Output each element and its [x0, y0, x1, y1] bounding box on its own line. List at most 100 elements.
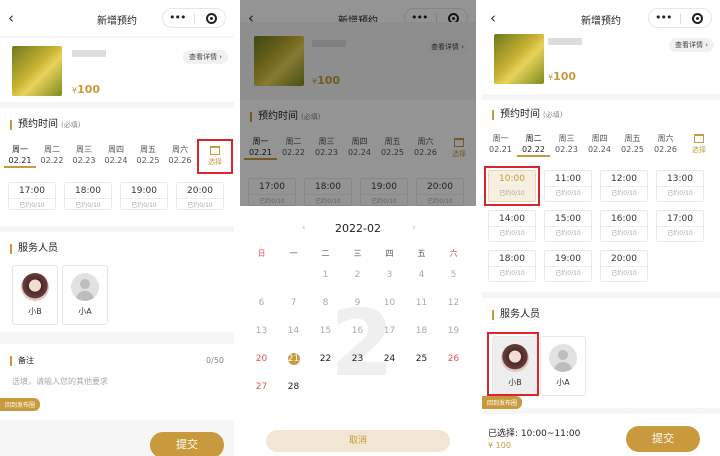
calendar-day[interactable]: 26: [438, 354, 469, 364]
day-tabs: 周一 02.21 周二 02.22 周三 02.23 周四 02.24 周五 02.25 …: [4, 144, 196, 168]
product-price: ¥100: [72, 83, 100, 96]
day-date: 02.26: [168, 156, 192, 165]
calendar-day: 3: [386, 270, 393, 280]
calendar-day: 11: [415, 298, 428, 308]
time-slot[interactable]: 16:00 已约0/10: [600, 210, 648, 242]
time-slot[interactable]: 12:00 已约0/10: [600, 170, 648, 202]
bottom-bar: 已选择: 10:00~11:00 ¥ 100 提交: [482, 414, 720, 456]
calendar-day[interactable]: 27: [246, 382, 277, 392]
day-weekday: 周四: [591, 134, 608, 143]
day-tab[interactable]: 周一 02.21: [484, 133, 517, 157]
slot-capacity: 已约0/10: [489, 266, 535, 277]
slot-time: 19:00: [131, 186, 157, 196]
submit-button[interactable]: 提交: [150, 432, 224, 456]
day-tab[interactable]: 周六 02.26: [164, 144, 196, 168]
pick-label: 选择: [692, 146, 706, 154]
slot-capacity: 已约0/10: [657, 226, 703, 237]
booking-screen-selected: ‹ 新增预约 ••• ¥100 查看详情 › 预约时间 (必填) 周一 02.21 …: [482, 0, 720, 456]
calendar-day: 8: [322, 298, 329, 308]
day-tab[interactable]: 周三 02.23: [68, 144, 100, 168]
day-tab[interactable]: 周二 02.22: [36, 144, 68, 168]
close-target-icon[interactable]: [206, 13, 217, 24]
section-title: 预约时间 (必填): [492, 110, 562, 120]
staff-card-a[interactable]: 小A: [62, 265, 108, 325]
cancel-button[interactable]: 取消: [266, 430, 450, 452]
day-tab[interactable]: 周一 02.21: [4, 144, 36, 168]
staff-name: 小B: [28, 307, 42, 316]
summary-range: 10:00~11:00: [520, 429, 581, 439]
staff-card-a[interactable]: 小A: [540, 336, 586, 396]
slot-time: 15:00: [555, 214, 581, 224]
mini-program-capsule: •••: [648, 8, 712, 28]
more-icon[interactable]: •••: [169, 11, 186, 24]
day-tab[interactable]: 周五 02.25: [616, 133, 649, 157]
day-tabs: 周一 02.21 周二 02.22 周三 02.23 周四 02.24 周五 02.25 …: [484, 133, 682, 157]
more-icon[interactable]: •••: [655, 11, 672, 24]
day-tab[interactable]: 周二 02.22: [517, 133, 550, 157]
time-slot[interactable]: 20:00 已约0/10: [176, 182, 224, 210]
day-tab[interactable]: 周三 02.23: [550, 133, 583, 157]
time-slot[interactable]: 18:00 已约0/10: [488, 250, 536, 282]
floating-tag[interactable]: 回到发布圈: [482, 396, 523, 409]
staff-name: 小A: [78, 307, 92, 316]
calendar-day[interactable]: 22: [310, 354, 341, 364]
day-weekday: 周二: [525, 134, 542, 143]
view-detail-button[interactable]: 查看详情 ›: [182, 50, 228, 64]
day-weekday: 周五: [624, 134, 641, 143]
slot-capacity: 已约0/10: [65, 198, 111, 209]
day-date: 02.21: [8, 156, 32, 165]
slot-time: 20:00: [187, 186, 213, 196]
day-date: 02.22: [40, 156, 64, 165]
day-weekday: 周六: [172, 145, 188, 154]
calendar-day[interactable]: 25: [406, 354, 437, 364]
floating-tag[interactable]: 回到发布圈: [0, 398, 41, 411]
weekday-header: 六: [449, 249, 458, 258]
avatar: [21, 273, 49, 301]
close-target-icon[interactable]: [692, 13, 703, 24]
time-slot[interactable]: 19:00 已约0/10: [544, 250, 592, 282]
day-tab[interactable]: 周六 02.26: [649, 133, 682, 157]
slot-capacity: 已约0/10: [601, 226, 647, 237]
time-slot[interactable]: 11:00 已约0/10: [544, 170, 592, 202]
time-slot[interactable]: 17:00 已约0/10: [656, 210, 704, 242]
booking-time-title: 预约时间: [500, 109, 540, 120]
day-tab[interactable]: 周五 02.25: [132, 144, 164, 168]
calendar-day: 2: [354, 270, 361, 280]
time-slot[interactable]: 18:00 已约0/10: [64, 182, 112, 210]
view-detail-button[interactable]: 查看详情 ›: [668, 38, 714, 52]
time-slot[interactable]: 20:00 已约0/10: [600, 250, 648, 282]
product-card: ¥100 查看详情 ›: [482, 30, 720, 94]
slot-time: 11:00: [555, 174, 581, 184]
date-picker-button[interactable]: 选择: [688, 134, 710, 155]
day-weekday: 周三: [76, 145, 92, 154]
calendar-day: 20: [255, 354, 268, 364]
time-slot[interactable]: 13:00 已约0/10: [656, 170, 704, 202]
slot-time: 16:00: [611, 214, 637, 224]
submit-button[interactable]: 提交: [626, 426, 700, 452]
avatar: [549, 344, 577, 372]
slot-capacity: 已约0/10: [601, 266, 647, 277]
calendar-day[interactable]: 24: [374, 354, 405, 364]
mini-program-capsule: •••: [162, 8, 226, 28]
time-slot[interactable]: 15:00 已约0/10: [544, 210, 592, 242]
day-tab[interactable]: 周四 02.24: [583, 133, 616, 157]
calendar-day[interactable]: 23: [342, 354, 373, 364]
time-slot[interactable]: 17:00 已约0/10: [8, 182, 56, 210]
weekday-header: 一: [289, 249, 298, 258]
time-slot[interactable]: 19:00 已约0/10: [120, 182, 168, 210]
product-price: ¥100: [548, 70, 576, 83]
slot-time: 20:00: [611, 254, 637, 264]
next-month-icon[interactable]: ›: [412, 223, 416, 233]
slot-capacity: 已约0/10: [657, 186, 703, 197]
day-tab[interactable]: 周四 02.24: [100, 144, 132, 168]
staff-name: 小A: [556, 378, 570, 387]
calendar-day[interactable]: 21: [278, 354, 309, 364]
staff-card-b[interactable]: 小B: [12, 265, 58, 325]
slot-capacity: 已约0/10: [9, 198, 55, 209]
time-slot[interactable]: 14:00 已约0/10: [488, 210, 536, 242]
slot-time: 14:00: [499, 214, 525, 224]
note-input[interactable]: 选填，请输入您的其他要求: [12, 376, 108, 387]
slot-capacity: 已约0/10: [121, 198, 167, 209]
day-weekday: 周一: [492, 134, 509, 143]
calendar-day[interactable]: 28: [278, 382, 309, 392]
